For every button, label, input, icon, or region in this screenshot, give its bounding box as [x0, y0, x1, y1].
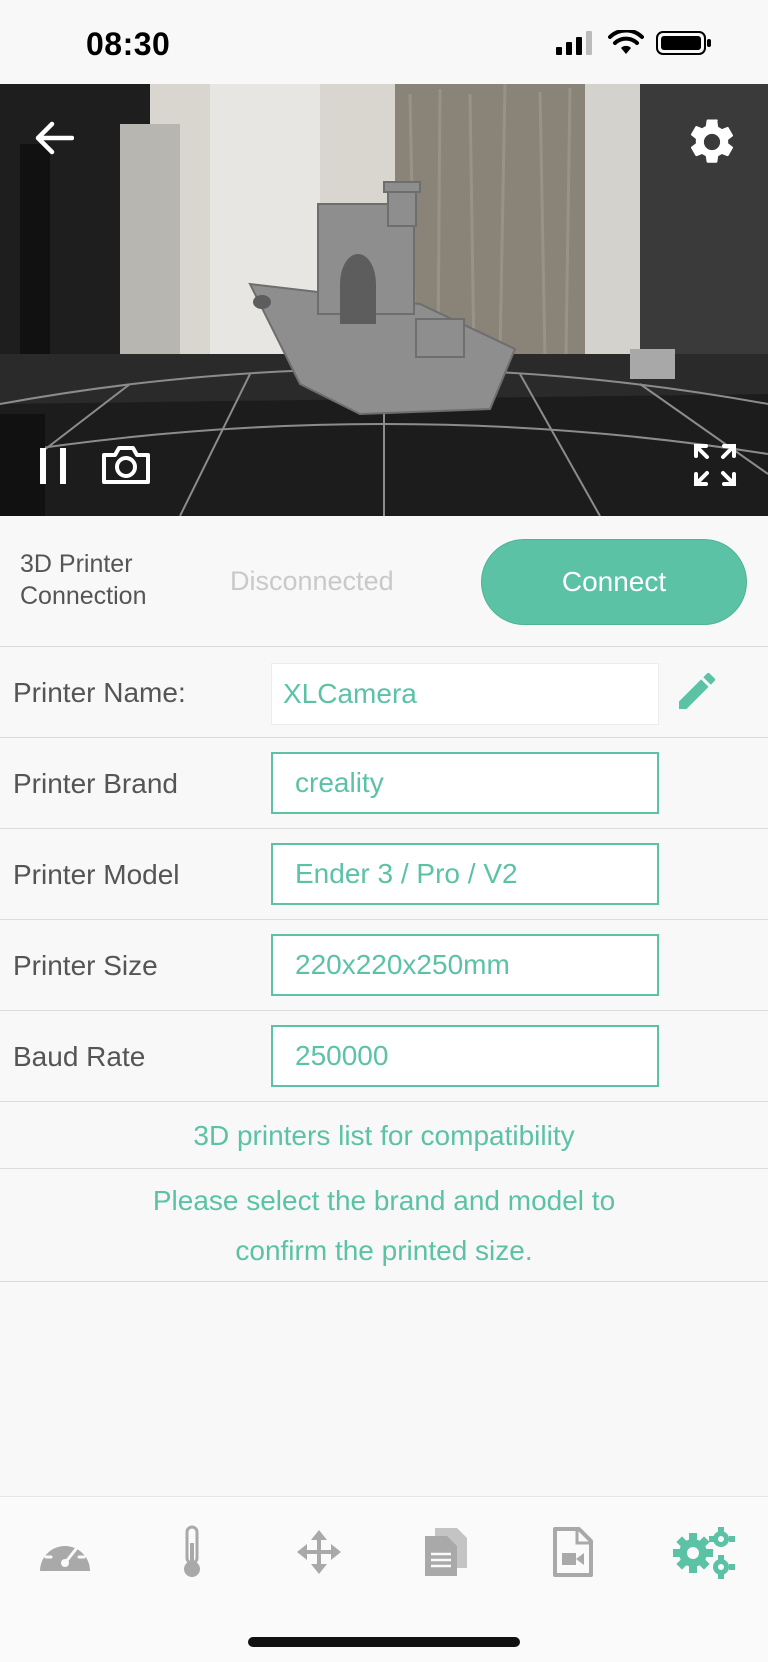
- signal-icon: [556, 31, 592, 55]
- baud-rate-row: Baud Rate 250000: [0, 1011, 768, 1102]
- connection-status: Disconnected: [230, 566, 394, 596]
- camera-settings-button[interactable]: [682, 112, 742, 172]
- tab-move[interactable]: [284, 1521, 354, 1583]
- status-icons: [556, 30, 712, 56]
- status-time: 08:30: [86, 26, 171, 62]
- connect-button[interactable]: Connect: [481, 539, 747, 625]
- connection-label: 3D Printer Connection: [20, 550, 147, 610]
- baud-rate-field[interactable]: 250000: [271, 1025, 659, 1087]
- tab-files[interactable]: [411, 1521, 481, 1583]
- size-confirmation-note: Please select the brand and model to con…: [0, 1168, 768, 1282]
- baud-rate-label: Baud Rate: [13, 1041, 146, 1072]
- back-button[interactable]: [28, 112, 80, 164]
- printer-name-row: Printer Name: XLCamera: [0, 647, 768, 738]
- pause-button[interactable]: [30, 440, 76, 492]
- printer-size-row: Printer Size 220x220x250mm: [0, 920, 768, 1011]
- video-file-icon: [553, 1527, 593, 1577]
- fullscreen-icon: [694, 444, 736, 486]
- printer-name-field[interactable]: XLCamera: [271, 663, 659, 725]
- printer-brand-row: Printer Brand creality: [0, 738, 768, 829]
- tab-timelapse[interactable]: [538, 1521, 608, 1583]
- printer-model-field[interactable]: Ender 3 / Pro / V2: [271, 843, 659, 905]
- status-bar: 08:30: [0, 0, 768, 84]
- connection-row: 3D Printer Connection Disconnected Conne…: [0, 516, 768, 647]
- settings-gears-icon: [673, 1527, 735, 1579]
- printer-model-row: Printer Model Ender 3 / Pro / V2: [0, 829, 768, 920]
- tab-temperature[interactable]: [157, 1521, 227, 1583]
- battery-icon: [656, 31, 711, 55]
- size-confirmation-text: Please select the brand and model to con…: [152, 1185, 616, 1266]
- thermometer-icon: [184, 1525, 200, 1577]
- files-icon: [425, 1528, 467, 1576]
- fullscreen-button[interactable]: [686, 436, 744, 494]
- printer-name-label: Printer Name:: [13, 677, 186, 708]
- pencil-icon: [679, 672, 716, 709]
- printer-size-field[interactable]: 220x220x250mm: [271, 934, 659, 996]
- camera-icon: [102, 446, 150, 484]
- tab-dashboard[interactable]: [30, 1521, 100, 1583]
- compatibility-list-link[interactable]: 3D printers list for compatibility: [0, 1104, 768, 1169]
- pause-icon: [40, 448, 66, 484]
- printer-size-label: Printer Size: [13, 950, 158, 981]
- wifi-icon: [608, 30, 644, 54]
- printer-model-label: Printer Model: [13, 859, 180, 890]
- printer-brand-field[interactable]: creality: [271, 752, 659, 814]
- gear-icon: [690, 119, 734, 163]
- move-arrows-icon: [297, 1530, 341, 1574]
- camera-feed: [0, 84, 768, 516]
- home-indicator: [248, 1637, 520, 1647]
- dashboard-gauge-icon: [40, 1534, 90, 1571]
- snapshot-button[interactable]: [98, 436, 154, 492]
- back-arrow-icon: [35, 121, 74, 155]
- tab-settings[interactable]: [668, 1521, 738, 1583]
- edit-name-button[interactable]: [671, 665, 723, 717]
- printer-brand-label: Printer Brand: [13, 768, 178, 799]
